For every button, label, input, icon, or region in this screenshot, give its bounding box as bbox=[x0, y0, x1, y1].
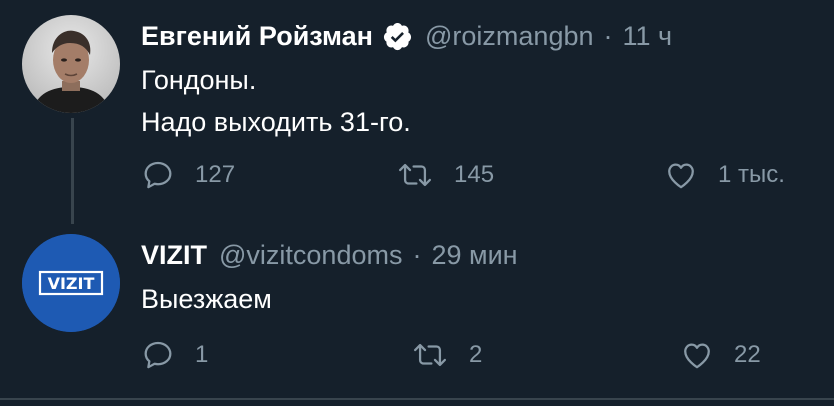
tweet-text-line: Гондоны. bbox=[141, 65, 257, 95]
reply-icon bbox=[141, 338, 175, 372]
tweet-text: Выезжаем bbox=[141, 278, 272, 320]
reply-count: 127 bbox=[195, 161, 236, 188]
reply-button[interactable]: 127 bbox=[141, 158, 235, 192]
like-button[interactable]: 1 тыс. bbox=[664, 158, 785, 192]
like-count: 22 bbox=[734, 341, 761, 368]
tweet-text-line: Выезжаем bbox=[141, 284, 272, 314]
tweet-divider bbox=[0, 398, 834, 400]
timestamp[interactable]: 29 мин bbox=[431, 240, 517, 271]
separator-dot: · bbox=[603, 20, 613, 51]
like-icon bbox=[680, 338, 714, 372]
tweet-text: Гондоны. Надо выходить 31-го. bbox=[141, 59, 411, 143]
thread-connector-line bbox=[71, 118, 74, 224]
vizit-logo-text: VIZIT bbox=[48, 274, 95, 293]
retweet-button[interactable]: 2 bbox=[411, 338, 482, 372]
retweet-button[interactable]: 145 bbox=[396, 158, 494, 192]
timestamp[interactable]: 11 ч bbox=[623, 21, 673, 52]
tweet-text-line: Надо выходить 31-го. bbox=[141, 107, 411, 137]
separator-dot: · bbox=[412, 239, 422, 270]
retweet-count: 2 bbox=[469, 341, 483, 368]
like-button[interactable]: 22 bbox=[680, 338, 761, 372]
reply-count: 1 bbox=[195, 341, 209, 368]
verified-badge-icon bbox=[382, 21, 413, 52]
retweet-count: 145 bbox=[454, 161, 495, 188]
retweet-icon bbox=[396, 158, 434, 192]
like-count: 1 тыс. bbox=[718, 161, 785, 188]
display-name[interactable]: Евгений Ройзман bbox=[141, 21, 373, 52]
tweet-header: VIZIT @vizitcondoms · 29 мин bbox=[141, 234, 518, 276]
avatar[interactable]: VIZIT bbox=[22, 234, 120, 332]
user-handle[interactable]: @roizmangbn bbox=[425, 21, 594, 52]
display-name[interactable]: VIZIT bbox=[141, 240, 207, 271]
retweet-icon bbox=[411, 338, 449, 372]
avatar[interactable] bbox=[22, 15, 120, 113]
user-handle[interactable]: @vizitcondoms bbox=[219, 240, 402, 271]
like-icon bbox=[664, 158, 698, 192]
reply-button[interactable]: 1 bbox=[141, 338, 208, 372]
tweet-header: Евгений Ройзман @roizmangbn · 11 ч bbox=[141, 15, 672, 57]
reply-icon bbox=[141, 158, 175, 192]
